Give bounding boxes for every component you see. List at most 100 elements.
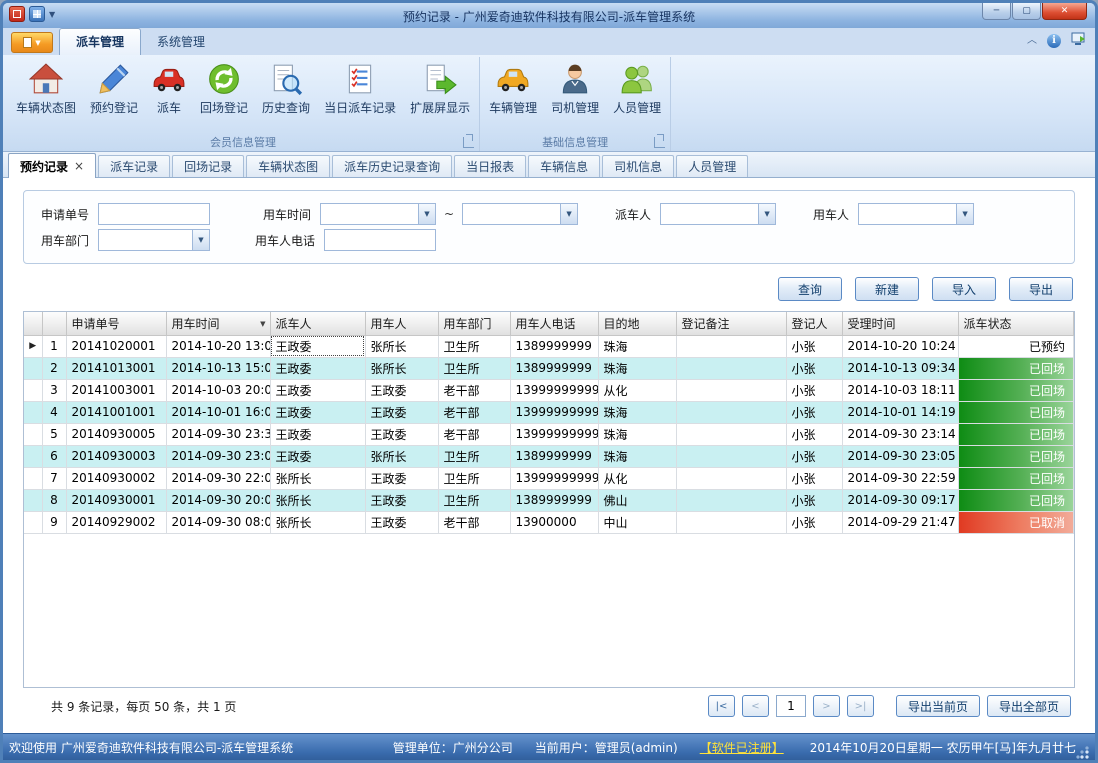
cell-phone[interactable]: 1389999999 [510, 335, 598, 357]
cell-phone[interactable]: 1389999999 [510, 357, 598, 379]
cell-registrar[interactable]: 小张 [786, 401, 842, 423]
close-tab-icon[interactable]: × [74, 159, 84, 173]
header-phone[interactable]: 用车人电话 [510, 312, 598, 335]
cell-registrar[interactable]: 小张 [786, 467, 842, 489]
cell-registrar[interactable]: 小张 [786, 379, 842, 401]
cell-accept-time[interactable]: 2014-10-03 18:11 [842, 379, 958, 401]
cell-destination[interactable]: 中山 [598, 511, 676, 533]
cell-phone[interactable]: 1389999999 [510, 445, 598, 467]
cell-department[interactable]: 卫生所 [438, 357, 510, 379]
cell-user[interactable]: 王政委 [365, 489, 438, 511]
page-number-input[interactable] [776, 695, 806, 717]
table-row[interactable]: ▶1201410200012014-10-20 13:00王政委张所长卫生所13… [24, 335, 1074, 357]
cell-order-no[interactable]: 20140930001 [66, 489, 166, 511]
maximize-button[interactable]: ▢ [1012, 3, 1041, 20]
header-status[interactable]: 派车状态 [958, 312, 1074, 335]
cell-user[interactable]: 王政委 [365, 467, 438, 489]
cell-phone[interactable]: 13999999999 [510, 423, 598, 445]
ribbon-item-extended-screen[interactable]: 扩展屏显示 [403, 57, 477, 118]
cell-dispatcher[interactable]: 张所长 [270, 467, 365, 489]
dispatcher-select[interactable]: ▼ [660, 203, 776, 225]
cell-order-no[interactable]: 20140930003 [66, 445, 166, 467]
phone-input[interactable] [324, 229, 436, 251]
cell-order-no[interactable]: 20141003001 [66, 379, 166, 401]
cell-accept-time[interactable]: 2014-09-30 23:05 [842, 445, 958, 467]
cell-phone[interactable]: 13999999999 [510, 379, 598, 401]
export-all-pages-button[interactable]: 导出全部页 [987, 695, 1071, 717]
cell-phone[interactable]: 13900000 [510, 511, 598, 533]
title-bar[interactable]: ▼ 预约记录 - 广州爱奇迪软件科技有限公司-派车管理系统 ─ ▢ ✕ [3, 3, 1095, 28]
table-row[interactable]: 7201409300022014-09-30 22:00张所长王政委卫生所139… [24, 467, 1074, 489]
cell-destination[interactable]: 从化 [598, 467, 676, 489]
cell-user[interactable]: 王政委 [365, 423, 438, 445]
header-department[interactable]: 用车部门 [438, 312, 510, 335]
ribbon-item-history-query[interactable]: 历史查询 [255, 57, 317, 118]
cell-remark[interactable] [676, 357, 786, 379]
export-button[interactable]: 导出 [1009, 277, 1073, 301]
cell-status[interactable]: 已回场 [958, 445, 1074, 467]
registration-link[interactable]: 【软件已注册】 [700, 739, 784, 756]
ribbon-item-today-dispatch-records[interactable]: 当日派车记录 [317, 57, 403, 118]
table-row[interactable]: 5201409300052014-09-30 23:30王政委王政委老干部139… [24, 423, 1074, 445]
cell-destination[interactable]: 珠海 [598, 445, 676, 467]
cell-use-time[interactable]: 2014-10-01 16:00 [166, 401, 270, 423]
cell-remark[interactable] [676, 445, 786, 467]
cell-remark[interactable] [676, 379, 786, 401]
cell-destination[interactable]: 珠海 [598, 401, 676, 423]
table-row[interactable]: 8201409300012014-09-30 20:00张所长王政委卫生所138… [24, 489, 1074, 511]
cell-use-time[interactable]: 2014-10-20 13:00 [166, 335, 270, 357]
dialog-launcher-icon[interactable] [463, 137, 474, 148]
ribbon-item-vehicle-status-map[interactable]: 车辆状态图 [9, 57, 83, 118]
header-dispatcher[interactable]: 派车人 [270, 312, 365, 335]
cell-user[interactable]: 王政委 [365, 379, 438, 401]
tab-vehicle-info[interactable]: 车辆信息 [528, 155, 600, 177]
resize-grip[interactable] [1076, 746, 1089, 760]
ribbon-tab-dispatch[interactable]: 派车管理 [59, 28, 141, 55]
tab-driver-info[interactable]: 司机信息 [602, 155, 674, 177]
layout-icon[interactable] [29, 6, 45, 22]
cell-use-time[interactable]: 2014-10-03 20:00 [166, 379, 270, 401]
table-row[interactable]: 6201409300032014-09-30 23:00王政委张所长卫生所138… [24, 445, 1074, 467]
close-button[interactable]: ✕ [1042, 3, 1087, 20]
ribbon-item-reservation-register[interactable]: 预约登记 [83, 57, 145, 118]
last-page-button[interactable]: >| [847, 695, 874, 717]
cell-user[interactable]: 张所长 [365, 357, 438, 379]
cell-phone[interactable]: 1389999999 [510, 489, 598, 511]
cell-department[interactable]: 卫生所 [438, 489, 510, 511]
table-row[interactable]: 4201410010012014-10-01 16:00王政委王政委老干部139… [24, 401, 1074, 423]
first-page-button[interactable]: |< [708, 695, 735, 717]
tab-daily-report[interactable]: 当日报表 [454, 155, 526, 177]
cell-department[interactable]: 老干部 [438, 511, 510, 533]
cell-user[interactable]: 张所长 [365, 445, 438, 467]
cell-order-no[interactable]: 20140930002 [66, 467, 166, 489]
cell-department[interactable]: 老干部 [438, 401, 510, 423]
import-button[interactable]: 导入 [932, 277, 996, 301]
tab-dispatch-records[interactable]: 派车记录 [98, 155, 170, 177]
minimize-button[interactable]: ─ [982, 3, 1011, 20]
cell-status[interactable]: 已回场 [958, 489, 1074, 511]
header-destination[interactable]: 目的地 [598, 312, 676, 335]
cell-destination[interactable]: 佛山 [598, 489, 676, 511]
use-time-to-picker[interactable]: ▼ [462, 203, 578, 225]
table-row[interactable]: 9201409290022014-09-30 08:00张所长王政委老干部139… [24, 511, 1074, 533]
table-row[interactable]: 2201410130012014-10-13 15:00王政委张所长卫生所138… [24, 357, 1074, 379]
ribbon-item-dispatch[interactable]: 派车 [145, 57, 193, 118]
collapse-ribbon-icon[interactable]: ︿ [1027, 38, 1037, 44]
cell-remark[interactable] [676, 401, 786, 423]
cell-status[interactable]: 已回场 [958, 401, 1074, 423]
user-select[interactable]: ▼ [858, 203, 974, 225]
cell-use-time[interactable]: 2014-09-30 22:00 [166, 467, 270, 489]
cell-registrar[interactable]: 小张 [786, 357, 842, 379]
header-registrar[interactable]: 登记人 [786, 312, 842, 335]
new-button[interactable]: 新建 [855, 277, 919, 301]
cell-accept-time[interactable]: 2014-09-30 22:59 [842, 467, 958, 489]
header-remark[interactable]: 登记备注 [676, 312, 786, 335]
table-row[interactable]: 3201410030012014-10-03 20:00王政委王政委老干部139… [24, 379, 1074, 401]
cell-user[interactable]: 张所长 [365, 335, 438, 357]
header-use-time[interactable]: 用车时间▼ [166, 312, 270, 335]
cell-status[interactable]: 已回场 [958, 423, 1074, 445]
tab-reservation-records[interactable]: 预约记录× [8, 153, 96, 178]
cell-dispatcher[interactable]: 王政委 [270, 401, 365, 423]
header-user[interactable]: 用车人 [365, 312, 438, 335]
cell-department[interactable]: 老干部 [438, 379, 510, 401]
